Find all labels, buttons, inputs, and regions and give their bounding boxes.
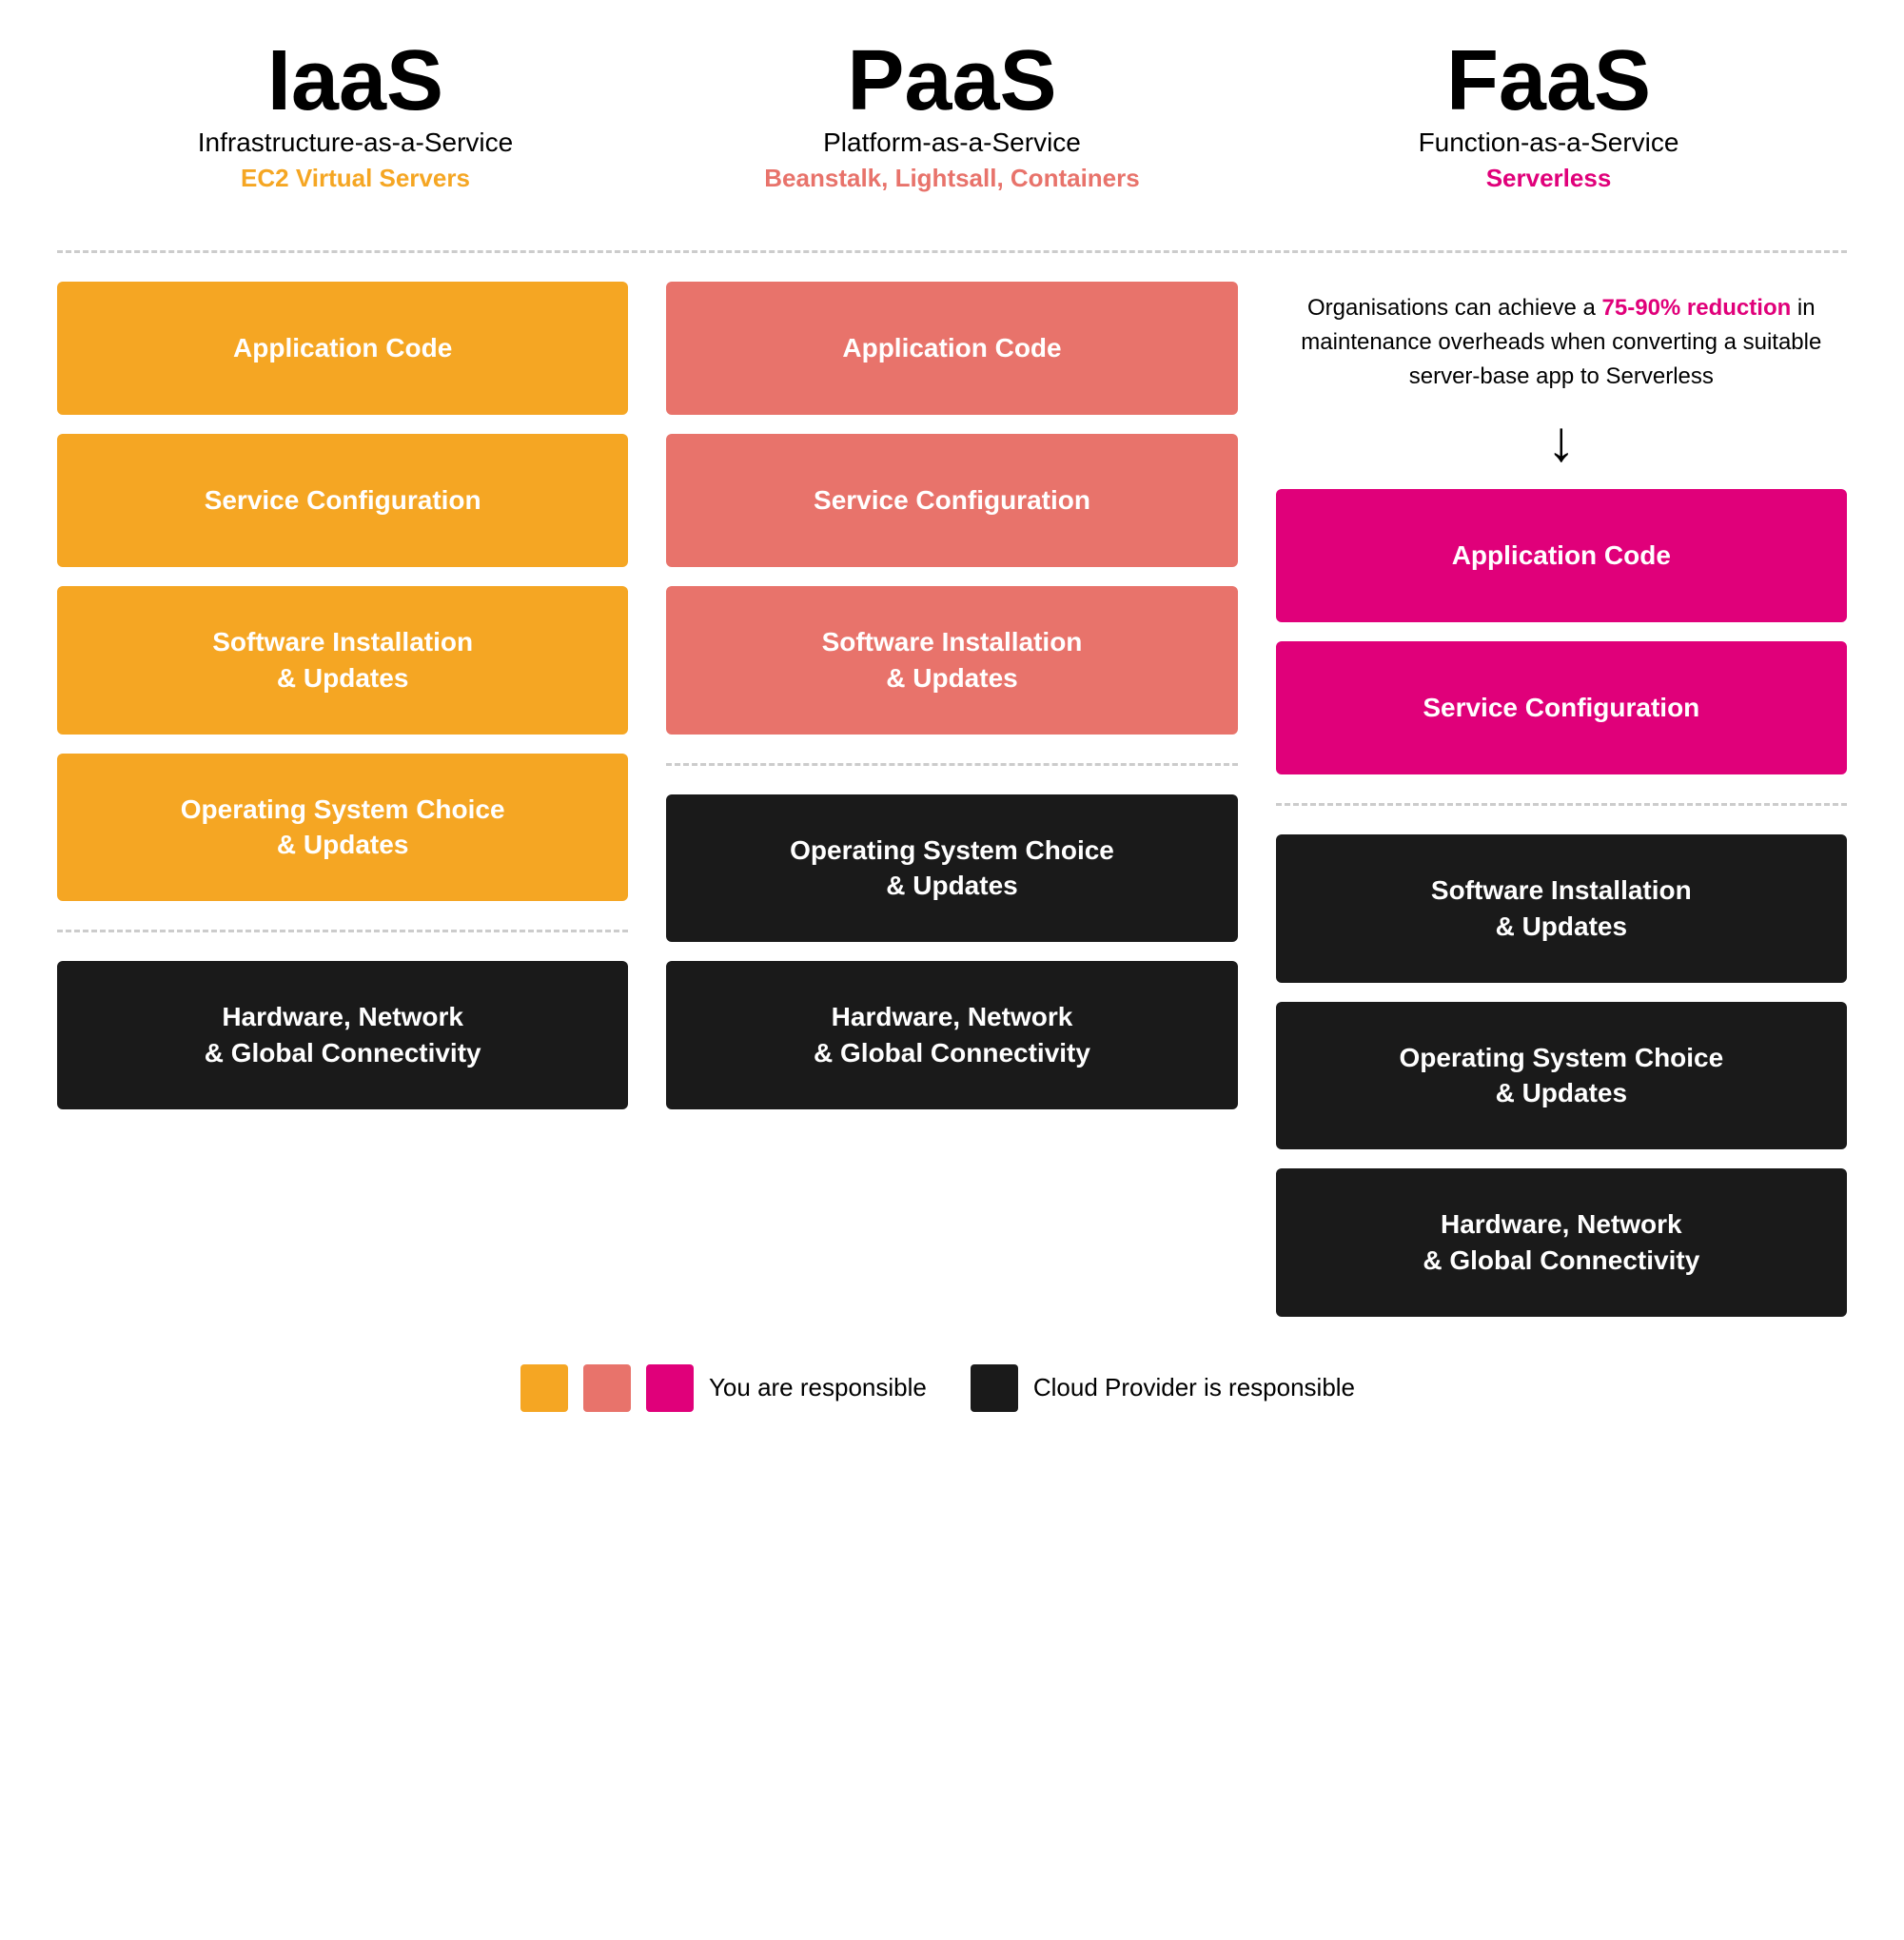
faas-service-config-card: Service Configuration — [1276, 641, 1847, 774]
paas-column: Application Code Service Configuration S… — [666, 282, 1237, 1109]
iaas-hardware-card: Hardware, Network& Global Connectivity — [57, 961, 628, 1109]
iaas-tag: EC2 Virtual Servers — [76, 164, 635, 193]
iaas-os-choice-card: Operating System Choice& Updates — [57, 754, 628, 902]
faas-header: FaaS Function-as-a-Service Serverless — [1250, 38, 1847, 193]
paas-software-install-card: Software Installation& Updates — [666, 586, 1237, 735]
paas-os-choice-card: Operating System Choice& Updates — [666, 794, 1237, 943]
faas-title: FaaS — [1269, 38, 1828, 124]
faas-arrow: ↓ — [1276, 413, 1847, 470]
faas-note: Organisations can achieve a 75-90% reduc… — [1276, 282, 1847, 394]
legend-provider-label: Cloud Provider is responsible — [1033, 1373, 1355, 1402]
paas-hardware-card: Hardware, Network& Global Connectivity — [666, 961, 1237, 1109]
iaas-column: Application Code Service Configuration S… — [57, 282, 628, 1109]
legend: You are responsible Cloud Provider is re… — [520, 1364, 1384, 1412]
paas-header: PaaS Platform-as-a-Service Beanstalk, Li… — [654, 38, 1250, 193]
top-divider — [57, 250, 1847, 253]
main-grid: Application Code Service Configuration S… — [57, 282, 1847, 1317]
faas-app-code-card: Application Code — [1276, 489, 1847, 622]
legend-swatch-magenta — [646, 1364, 694, 1412]
paas-service-config-card: Service Configuration — [666, 434, 1237, 567]
faas-reduction-text: 75-90% reduction — [1602, 295, 1792, 321]
paas-title: PaaS — [673, 38, 1231, 124]
iaas-divider — [57, 930, 628, 932]
legend-responsible-label: You are responsible — [709, 1373, 927, 1402]
faas-hardware-card: Hardware, Network& Global Connectivity — [1276, 1168, 1847, 1317]
paas-divider — [666, 763, 1237, 766]
faas-divider — [1276, 803, 1847, 806]
header: IaaS Infrastructure-as-a-Service EC2 Vir… — [57, 38, 1847, 193]
iaas-title: IaaS — [76, 38, 635, 124]
iaas-app-code-card: Application Code — [57, 282, 628, 415]
faas-os-choice-card: Operating System Choice& Updates — [1276, 1002, 1847, 1150]
faas-subtitle: Function-as-a-Service — [1269, 127, 1828, 158]
faas-tag: Serverless — [1269, 164, 1828, 193]
paas-subtitle: Platform-as-a-Service — [673, 127, 1231, 158]
paas-tag: Beanstalk, Lightsall, Containers — [673, 164, 1231, 193]
iaas-service-config-card: Service Configuration — [57, 434, 628, 567]
iaas-subtitle: Infrastructure-as-a-Service — [76, 127, 635, 158]
iaas-header: IaaS Infrastructure-as-a-Service EC2 Vir… — [57, 38, 654, 193]
faas-software-install-card: Software Installation& Updates — [1276, 834, 1847, 983]
legend-swatch-yellow — [520, 1364, 568, 1412]
legend-swatch-black — [971, 1364, 1018, 1412]
iaas-software-install-card: Software Installation& Updates — [57, 586, 628, 735]
paas-app-code-card: Application Code — [666, 282, 1237, 415]
faas-column: Organisations can achieve a 75-90% reduc… — [1276, 282, 1847, 1317]
legend-swatch-salmon — [583, 1364, 631, 1412]
